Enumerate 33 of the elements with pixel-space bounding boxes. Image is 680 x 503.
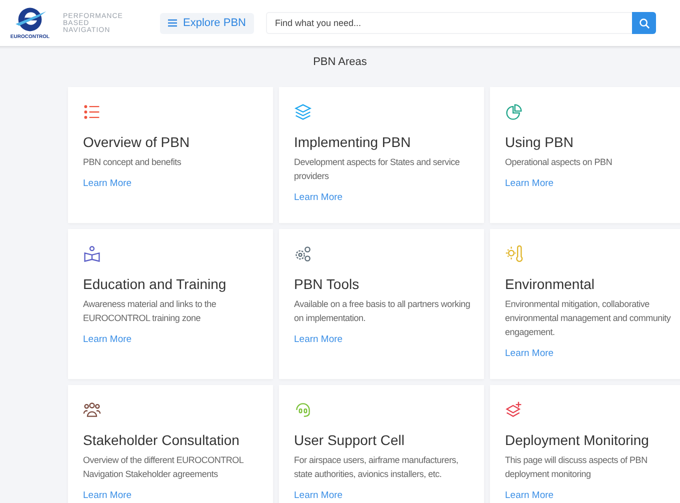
learn-more-link[interactable]: Learn More [83,178,132,189]
card-title: Environmental [505,276,596,292]
search-field[interactable]: Find what you need... [266,12,632,34]
card-description: Available on a free basis to all partners working on implementation. [294,298,472,325]
card-description: Overview of the different EUROCONTROL Navigation Stakeholder agreements [83,454,245,481]
card-title: Education and Training [83,276,228,292]
learn-more-link[interactable]: Learn More [294,490,343,501]
search-icon [638,18,650,28]
card-title: PBN Tools [294,276,360,292]
card-title: Deployment Monitoring [505,432,650,448]
learn-more-link[interactable]: Learn More [505,178,554,189]
card-description: Awareness material and links to the EUROCONTROL training zone [83,298,218,325]
card-description: PBN concept and benefits [83,156,182,169]
learn-more-link[interactable]: Learn More [505,490,554,501]
card-description: Environmental mitigation, collaborative environmental management and community engagement. [505,298,672,339]
search-button[interactable] [632,12,656,34]
learn-more-link[interactable]: Learn More [294,334,343,345]
section-title: PBN Areas [312,56,368,70]
card-title: User Support Cell [294,432,406,448]
explore-button[interactable]: Explore PBN [160,12,254,34]
card-description: This page will discuss aspects of PBN deployment monitoring [505,454,648,481]
card-title: Using PBN [505,134,574,150]
learn-more-link[interactable]: Learn More [83,334,132,345]
card-description: Development aspects for States and service providers [294,156,461,183]
card-description: Operational aspects on PBN [505,156,614,169]
learn-more-link[interactable]: Learn More [505,348,554,359]
menu-icon [168,19,177,27]
card-title: Overview of PBN [83,134,191,150]
learn-more-link[interactable]: Learn More [83,490,132,501]
card-description: For airspace users, airframe manufacturers, state authorities, avionics installers, etc. [294,454,460,481]
learn-more-link[interactable]: Learn More [294,192,343,203]
card-title: Implementing PBN [294,134,412,150]
card-title: Stakeholder Consultation [83,432,240,448]
